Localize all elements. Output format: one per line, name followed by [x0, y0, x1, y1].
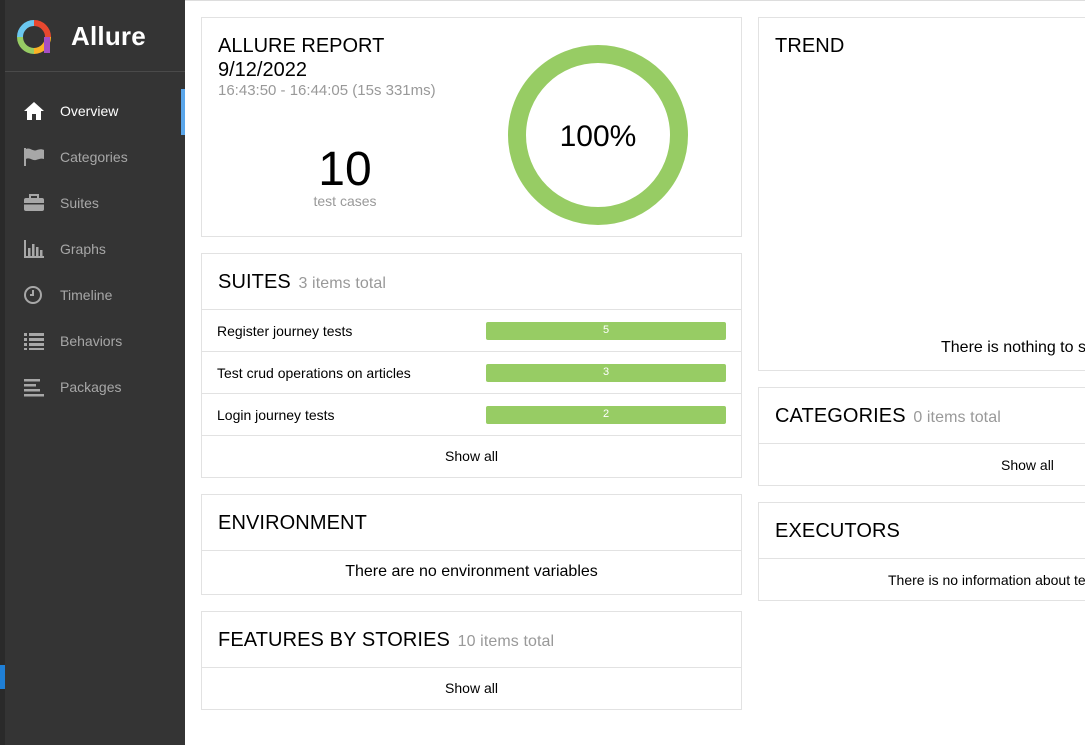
- categories-title-wrap: CATEGORIES 0 items total: [775, 405, 1001, 428]
- briefcase-icon: [24, 194, 44, 211]
- suites-show-all-link[interactable]: Show all: [202, 436, 741, 477]
- categories-show-all-link[interactable]: Show all: [759, 445, 1085, 486]
- categories-widget: CATEGORIES 0 items total Show all: [758, 387, 1085, 486]
- suite-name: Test crud operations on articles: [217, 365, 411, 381]
- clock-icon: [24, 286, 42, 304]
- allure-logo-icon: [17, 20, 51, 54]
- sidebar-item-behaviors[interactable]: Behaviors: [5, 318, 185, 364]
- suite-count: 3: [602, 366, 610, 378]
- suite-name: Login journey tests: [217, 407, 335, 423]
- sidebar-item-label: Overview: [60, 103, 119, 119]
- suite-row[interactable]: Register journey tests 5: [202, 310, 741, 352]
- report-date: 9/12/2022: [218, 59, 307, 81]
- environment-header: ENVIRONMENT: [202, 495, 741, 551]
- executors-title: EXECUTORS: [775, 520, 901, 542]
- pass-rate-donut[interactable]: 100%: [507, 44, 689, 226]
- top-divider: [185, 0, 1085, 1]
- sidebar-item-timeline[interactable]: Timeline: [5, 272, 185, 318]
- suites-widget: SUITES 3 items total Register journey te…: [201, 253, 742, 478]
- report-title: ALLURE REPORT: [218, 35, 385, 57]
- features-title-wrap: FEATURES BY STORIES 10 items total: [218, 629, 554, 652]
- features-title: FEATURES BY STORIES: [218, 629, 450, 651]
- flag-icon: [24, 148, 44, 166]
- categories-header: CATEGORIES 0 items total: [759, 388, 1085, 444]
- sidebar-item-overview[interactable]: Overview: [5, 88, 185, 135]
- sidebar-item-label: Categories: [60, 149, 128, 165]
- suites-count: 3 items total: [298, 275, 387, 292]
- suite-status-bar: 3: [486, 364, 726, 382]
- sidebar-item-label: Timeline: [60, 287, 113, 303]
- trend-widget: TREND There is nothing to s: [758, 17, 1085, 371]
- suites-header: SUITES 3 items total: [202, 254, 741, 310]
- suite-row[interactable]: Test crud operations on articles 3: [202, 352, 741, 394]
- bar-chart-icon: [24, 240, 44, 258]
- suites-title: SUITES: [218, 271, 291, 293]
- sidebar-item-packages[interactable]: Packages: [5, 364, 185, 410]
- categories-count: 0 items total: [913, 409, 1001, 426]
- home-icon: [24, 102, 44, 120]
- list-icon: [24, 333, 44, 350]
- trend-title: TREND: [775, 35, 845, 57]
- sidebar: Allure Overview Categories Suites Graphs…: [0, 0, 185, 745]
- suite-count: 2: [602, 408, 610, 420]
- trend-empty-message: There is nothing to s: [941, 339, 1085, 356]
- categories-title: CATEGORIES: [775, 405, 906, 427]
- suite-status-bar: 2: [486, 406, 726, 424]
- environment-title: ENVIRONMENT: [218, 512, 367, 534]
- brand-name: Allure: [71, 21, 146, 51]
- executors-empty-message: There is no information about te: [888, 572, 1085, 588]
- suite-row[interactable]: Login journey tests 2: [202, 394, 741, 436]
- sidebar-item-label: Graphs: [60, 241, 106, 257]
- pass-rate-label: 100%: [560, 120, 637, 153]
- sidebar-item-graphs[interactable]: Graphs: [5, 226, 185, 272]
- suites-title-wrap: SUITES 3 items total: [218, 271, 386, 294]
- sidebar-item-label: Behaviors: [60, 333, 123, 349]
- suite-name: Register journey tests: [217, 323, 353, 339]
- sidebar-item-categories[interactable]: Categories: [5, 134, 185, 180]
- suite-count: 5: [602, 324, 610, 336]
- sidebar-item-label: Suites: [60, 195, 99, 211]
- summary-widget: ALLURE REPORT 9/12/2022 16:43:50 - 16:44…: [201, 17, 742, 237]
- window-edge-accent: [0, 665, 5, 689]
- suite-status-bar: 5: [486, 322, 726, 340]
- sidebar-nav: Overview Categories Suites Graphs Timeli…: [5, 88, 185, 410]
- environment-empty-message: There are no environment variables: [345, 563, 598, 580]
- sidebar-item-label: Packages: [60, 379, 122, 395]
- executors-header: EXECUTORS: [759, 503, 1085, 559]
- features-count: 10 items total: [457, 633, 555, 650]
- test-count: 10: [318, 143, 372, 196]
- report-time-range: 16:43:50 - 16:44:05 (15s 331ms): [218, 82, 436, 99]
- features-header: FEATURES BY STORIES 10 items total: [202, 612, 741, 668]
- executors-widget: EXECUTORS There is no information about …: [758, 502, 1085, 601]
- features-widget: FEATURES BY STORIES 10 items total Show …: [201, 611, 742, 710]
- brand-header[interactable]: Allure: [5, 0, 185, 72]
- features-show-all-link[interactable]: Show all: [202, 668, 741, 709]
- app-root: Allure Overview Categories Suites Graphs…: [0, 0, 1085, 745]
- test-count-label: test cases: [313, 193, 377, 209]
- sidebar-item-suites[interactable]: Suites: [5, 180, 185, 226]
- environment-widget: ENVIRONMENT There are no environment var…: [201, 494, 742, 595]
- align-left-icon: [24, 379, 44, 397]
